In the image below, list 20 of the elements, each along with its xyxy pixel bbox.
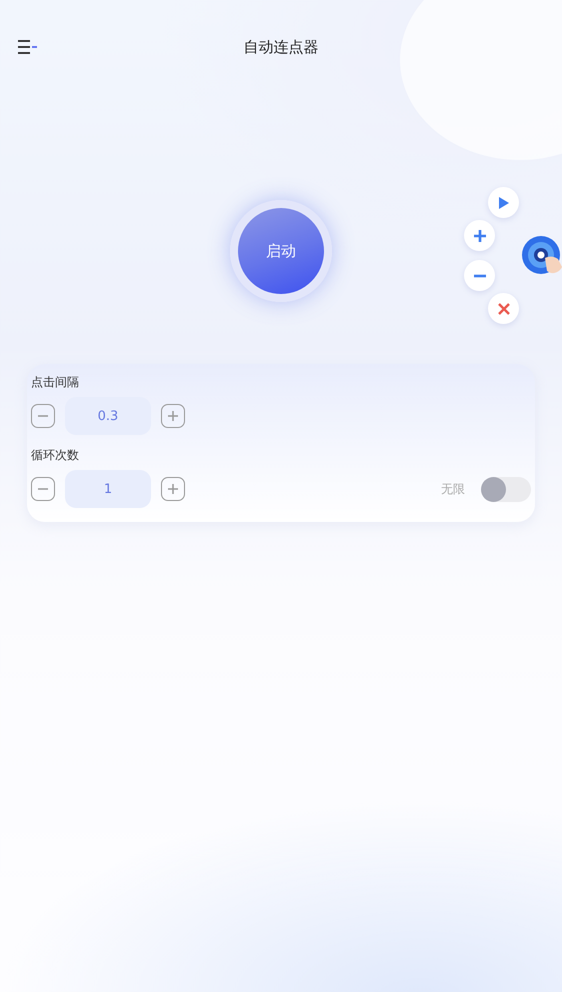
decrease-button[interactable]	[31, 477, 55, 501]
toggle-switch[interactable]	[481, 476, 531, 502]
plus-icon[interactable]	[464, 220, 495, 251]
value-field[interactable]: 1	[65, 470, 151, 508]
decrease-button[interactable]	[31, 404, 55, 428]
increase-button[interactable]	[161, 404, 185, 428]
close-icon[interactable]	[488, 293, 519, 324]
play-icon[interactable]	[488, 187, 519, 218]
menu-icon[interactable]	[18, 40, 38, 54]
toggle-label: 无限	[441, 480, 465, 498]
page-title: 自动连点器	[244, 38, 318, 56]
setting-label: 点击间隔	[31, 374, 79, 391]
value-field[interactable]: 0.3	[65, 397, 151, 435]
increase-button[interactable]	[161, 477, 185, 501]
setting-label: 循环次数	[31, 447, 79, 464]
plus-icon	[166, 409, 180, 423]
app-logo-icon[interactable]	[521, 234, 562, 276]
plus-icon	[166, 482, 180, 496]
start-button[interactable]: 启动	[238, 208, 324, 294]
minus-icon[interactable]	[464, 260, 495, 291]
